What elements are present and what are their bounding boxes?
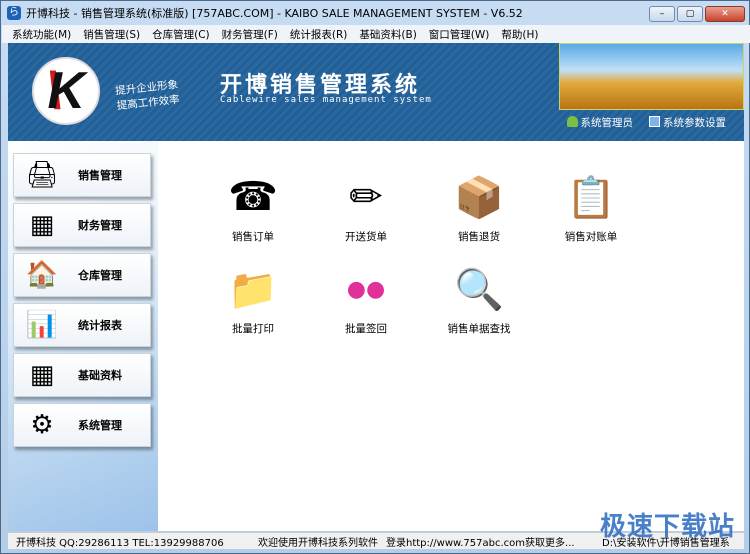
return-box-icon: 📦 xyxy=(454,174,504,221)
spreadsheet-icon: ▦ xyxy=(29,210,55,240)
menu-warehouse[interactable]: 仓库管理(C) xyxy=(152,27,210,42)
close-button[interactable]: ✕ xyxy=(705,6,745,22)
status-company: 开博科技 QQ:29286113 TEL:13929988706 xyxy=(16,537,224,549)
house-icon: 🏠 xyxy=(25,260,59,290)
menu-finance[interactable]: 财务管理(F) xyxy=(222,27,278,42)
menu-window[interactable]: 窗口管理(W) xyxy=(429,27,490,42)
function-item-3[interactable]: 📋 销售对账单 xyxy=(546,169,636,244)
settings-link[interactable]: 系统参数设置 xyxy=(649,115,726,130)
menu-sales[interactable]: 销售管理(S) xyxy=(83,27,140,42)
sidebar-item-label: 系统管理 xyxy=(78,419,122,432)
wheat-field-image xyxy=(559,43,744,110)
clipboard-chart-icon: 📋 xyxy=(566,174,616,221)
gear-icon: ⚙ xyxy=(30,410,54,440)
table-icon: ▦ xyxy=(29,360,55,390)
sidebar-item-label: 基础资料 xyxy=(78,369,122,382)
minimize-button[interactable]: – xyxy=(649,6,675,22)
main-panel: ☎ 销售订单 ✏ 开送货单 📦 销售退货 📋 销售对账单 📁 批量打印 ●● 批量签回 🔍 销售单据查找 xyxy=(158,141,744,531)
status-login: 登录http://www.757abc.com获取更多... xyxy=(386,537,575,549)
title-bar: ら 开博科技 - 销售管理系统(标准版) [757ABC.COM] - KAIB… xyxy=(1,1,750,25)
function-label: 销售对账单 xyxy=(564,231,618,243)
menu-basic-data[interactable]: 基础资料(B) xyxy=(359,27,416,42)
menu-bar: 系统功能(M) 销售管理(S) 仓库管理(C) 财务管理(F) 统计报表(R) … xyxy=(2,25,750,43)
monitor-icon xyxy=(649,116,660,127)
sidebar: 🖨 销售管理 ▦ 财务管理 🏠 仓库管理 📊 统计报表 ▦ 基础资料 ⚙ 系统管理 xyxy=(8,141,158,531)
sidebar-item-1[interactable]: ▦ 财务管理 xyxy=(13,203,151,247)
bar-chart-icon: 📊 xyxy=(25,310,59,340)
function-label: 销售单据查找 xyxy=(447,323,511,335)
function-label: 批量打印 xyxy=(232,323,274,335)
flickr-dots-icon: ●● xyxy=(346,276,386,302)
magnifier-icon: 🔍 xyxy=(454,266,504,313)
menu-help[interactable]: 帮助(H) xyxy=(501,27,538,42)
function-item-1[interactable]: ✏ 开送货单 xyxy=(321,169,411,244)
pencil-icon: ✏ xyxy=(349,174,383,220)
sidebar-item-label: 财务管理 xyxy=(78,219,122,232)
menu-system[interactable]: 系统功能(M) xyxy=(12,27,71,42)
maximize-button[interactable]: ▢ xyxy=(677,6,703,22)
folders-icon: 📁 xyxy=(228,266,278,313)
banner-subtitle: Cablewire sales management system xyxy=(220,95,432,105)
sidebar-item-label: 仓库管理 xyxy=(78,269,122,282)
function-label: 销售退货 xyxy=(458,231,500,243)
menu-reports[interactable]: 统计报表(R) xyxy=(290,27,348,42)
app-icon: ら xyxy=(7,6,21,20)
status-welcome: 欢迎使用开博科技系列软件 xyxy=(258,537,378,549)
function-item-5[interactable]: ●● 批量签回 xyxy=(321,261,411,336)
header-banner: \ K 提升企业形象 提高工作效率 开博销售管理系统 Cablewire sales… xyxy=(8,43,744,141)
sidebar-item-5[interactable]: ⚙ 系统管理 xyxy=(13,403,151,447)
window-title: 开博科技 - 销售管理系统(标准版) [757ABC.COM] - KAIBO … xyxy=(26,7,523,20)
admin-link[interactable]: 系统管理员 xyxy=(566,115,633,130)
function-label: 开送货单 xyxy=(345,231,387,243)
watermark: 极速下载站 xyxy=(599,512,735,542)
slogan: 提升企业形象 提高工作效率 xyxy=(114,78,181,113)
sidebar-item-label: 统计报表 xyxy=(78,319,122,332)
sidebar-item-3[interactable]: 📊 统计报表 xyxy=(13,303,151,347)
app-window: ら 开博科技 - 销售管理系统(标准版) [757ABC.COM] - KAIB… xyxy=(0,0,750,554)
function-label: 销售订单 xyxy=(232,231,274,243)
logo: \ K xyxy=(32,57,100,125)
function-item-6[interactable]: 🔍 销售单据查找 xyxy=(434,261,524,336)
sidebar-item-2[interactable]: 🏠 仓库管理 xyxy=(13,253,151,297)
printer-icon: 🖨 xyxy=(25,160,59,190)
sidebar-item-4[interactable]: ▦ 基础资料 xyxy=(13,353,151,397)
function-item-0[interactable]: ☎ 销售订单 xyxy=(208,169,298,244)
sidebar-item-0[interactable]: 🖨 销售管理 xyxy=(13,153,151,197)
function-label: 批量签回 xyxy=(345,323,387,335)
function-item-2[interactable]: 📦 销售退货 xyxy=(434,169,524,244)
user-icon xyxy=(566,116,578,127)
sidebar-item-label: 销售管理 xyxy=(78,169,122,182)
telephone-icon: ☎ xyxy=(228,174,278,220)
function-item-4[interactable]: 📁 批量打印 xyxy=(208,261,298,336)
